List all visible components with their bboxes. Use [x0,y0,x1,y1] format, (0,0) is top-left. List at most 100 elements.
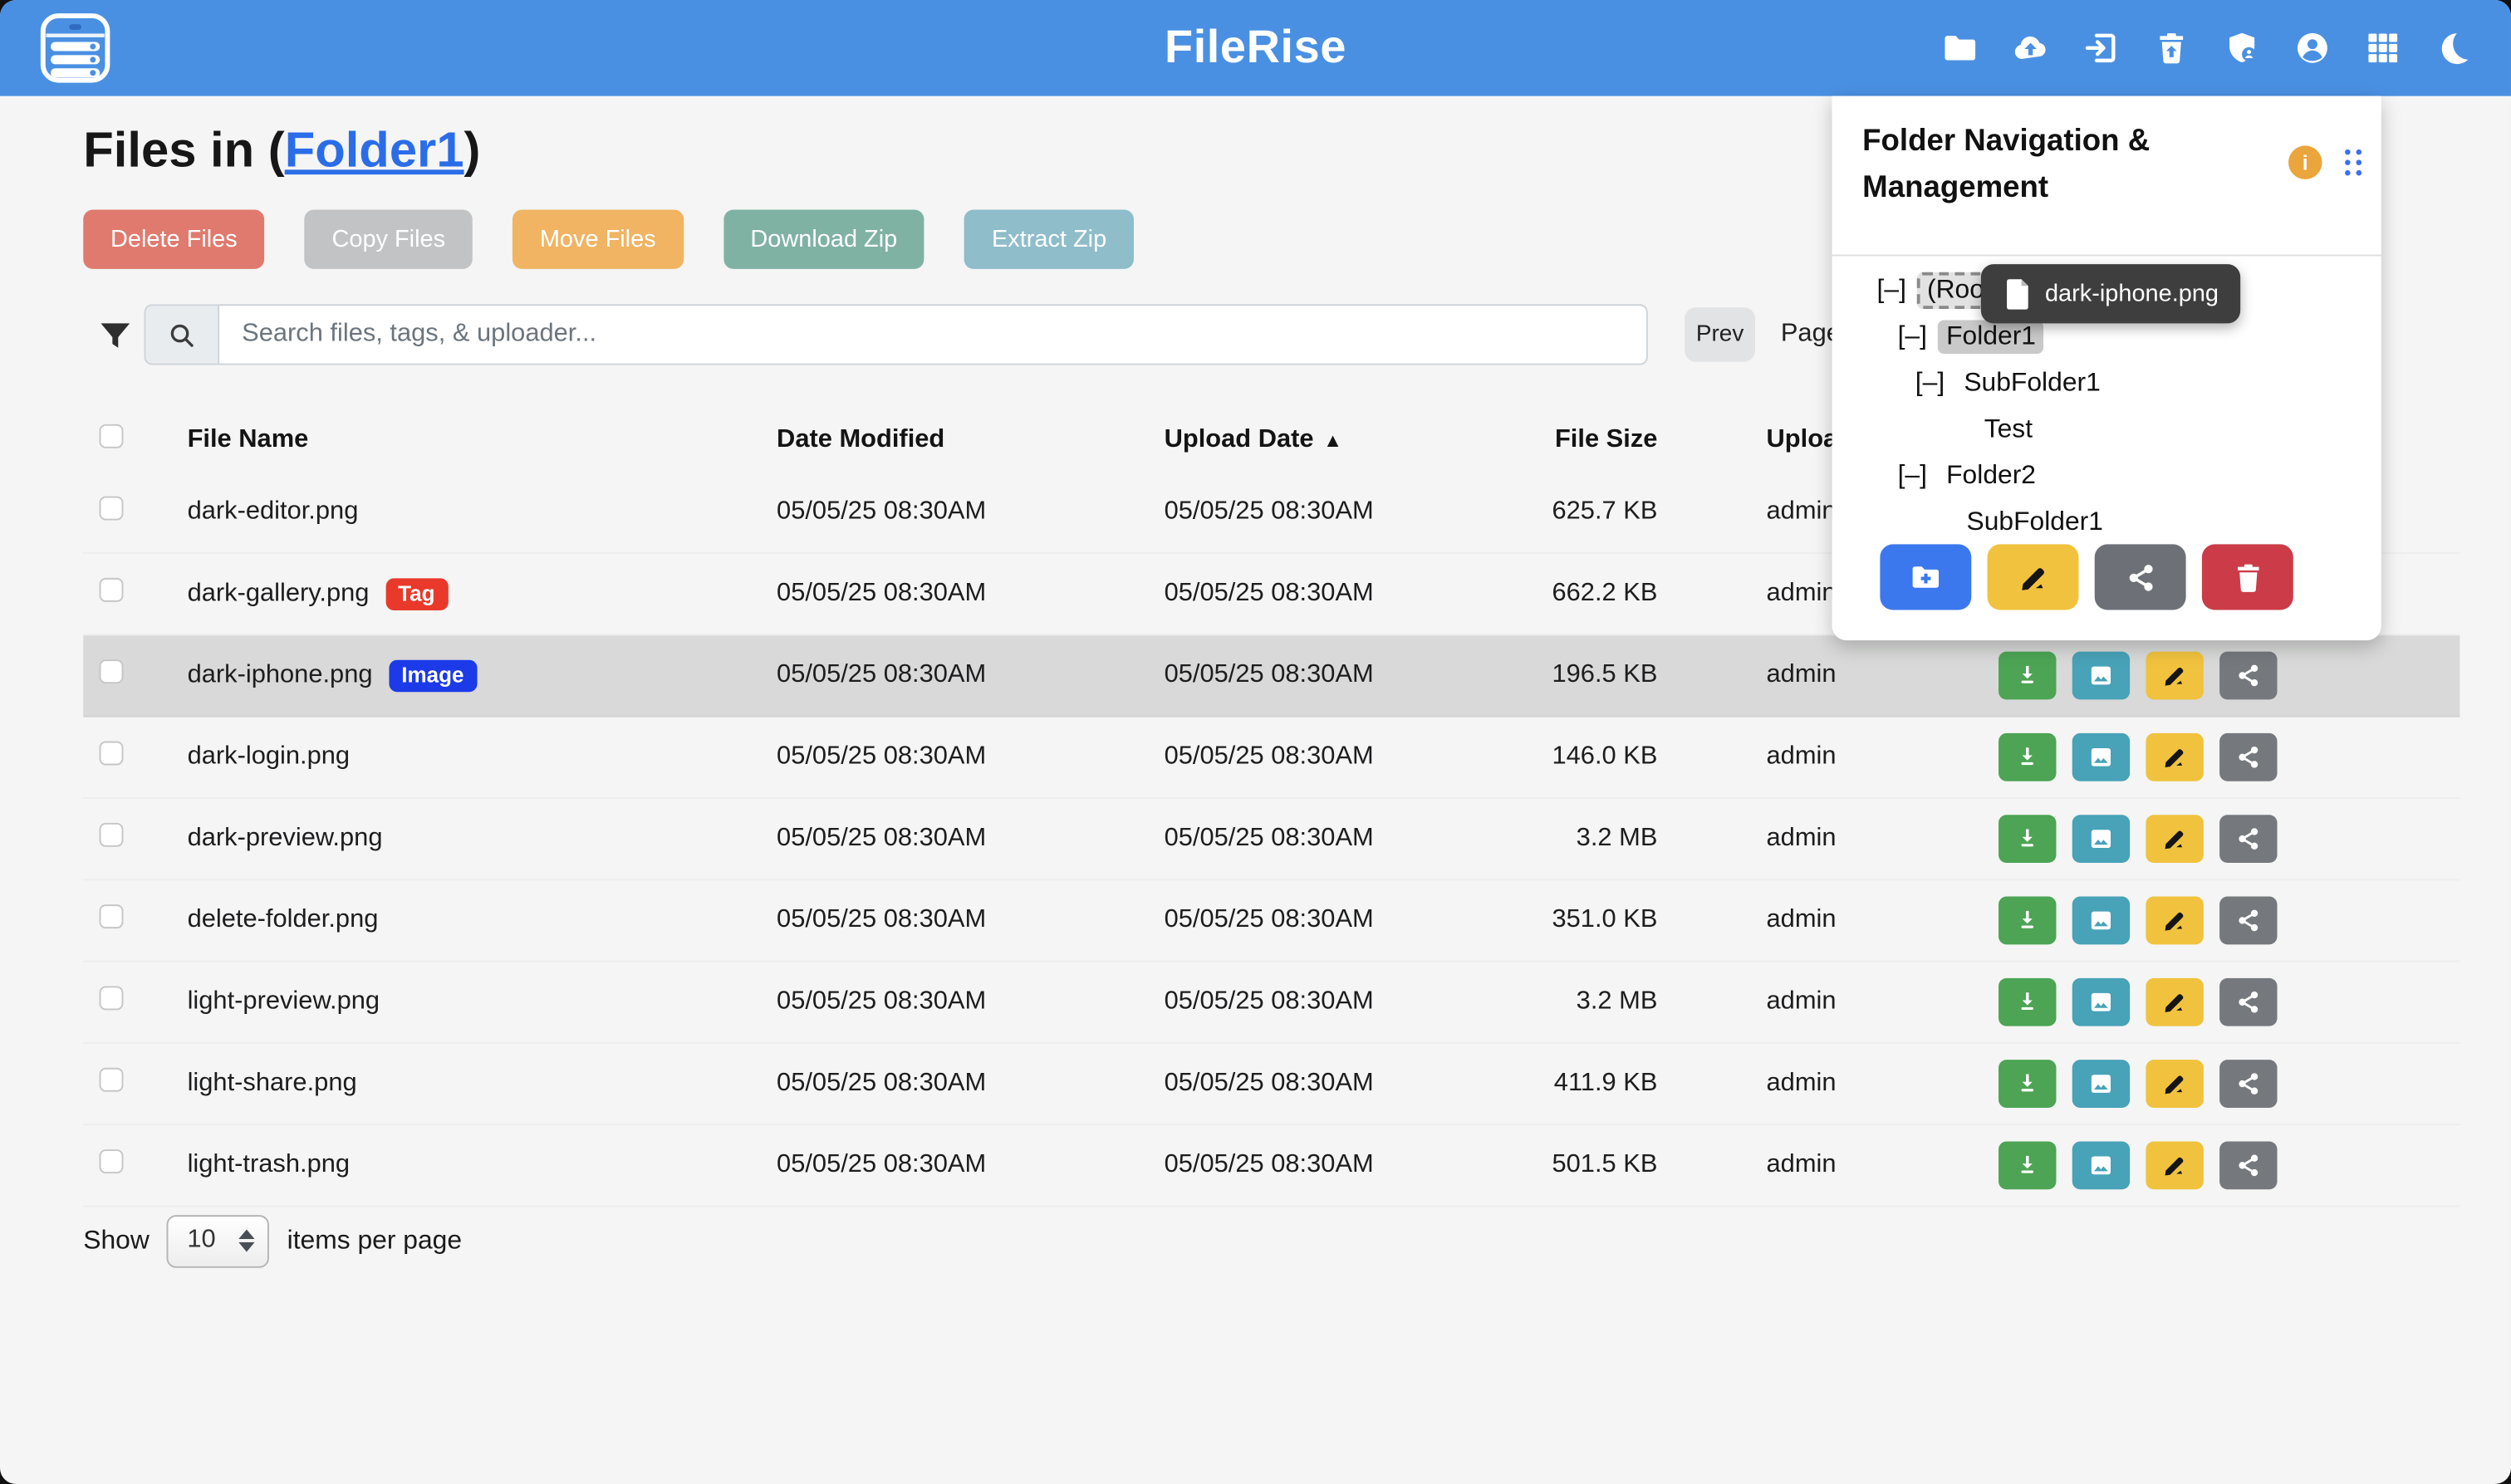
row-checkbox[interactable] [100,823,124,847]
current-folder-link[interactable]: Folder1 [285,122,464,178]
rename-button[interactable] [2146,1141,2203,1189]
rename-button[interactable] [2146,978,2203,1026]
apps-grid-icon[interactable] [2364,29,2402,67]
table-row[interactable]: light-preview.png 05/05/25 08:30AM 05/05… [83,962,2460,1044]
share-button[interactable] [2219,1141,2277,1189]
preview-image-button[interactable] [2072,815,2130,863]
download-button[interactable] [1999,1141,2056,1189]
share-button[interactable] [2219,652,2277,700]
dark-mode-icon[interactable] [2434,29,2472,67]
row-checkbox[interactable] [100,578,124,602]
download-button[interactable] [1999,652,2056,700]
items-per-page-select[interactable]: 10 [167,1214,269,1267]
share-button[interactable] [2219,815,2277,863]
admin-shield-icon[interactable] [2223,29,2261,67]
image-icon [2087,987,2116,1016]
rename-button[interactable] [2146,652,2203,700]
header-upload-date[interactable]: Upload Date▲ [1165,426,1342,455]
preview-image-button[interactable] [2072,733,2130,781]
table-row[interactable]: delete-folder.png 05/05/25 08:30AM 05/05… [83,880,2460,962]
restore-trash-icon[interactable] [2152,29,2190,67]
select-all-checkbox[interactable] [100,424,124,448]
tree-label[interactable]: Folder1 [1938,321,2043,354]
download-button[interactable] [1999,733,2056,781]
row-checkbox[interactable] [100,659,124,683]
copy-files-button[interactable]: Copy Files [305,210,473,269]
file-name: light-preview.png [188,987,380,1016]
table-row[interactable]: light-trash.png 05/05/25 08:30AM 05/05/2… [83,1125,2460,1207]
login-icon[interactable] [2082,29,2120,67]
row-checkbox[interactable] [100,497,124,521]
header-file-name[interactable]: File Name [188,426,309,455]
spinner-arrows-icon[interactable] [234,1229,260,1251]
rename-button[interactable] [2146,815,2203,863]
delete-folder-button[interactable] [2202,544,2293,610]
tree-toggle[interactable]: [–] [1898,461,1927,492]
share-button[interactable] [2219,978,2277,1026]
drag-handle-icon[interactable] [2343,147,2364,178]
row-checkbox[interactable] [100,1149,124,1173]
header-file-size[interactable]: File Size [1555,426,1657,455]
download-button[interactable] [1999,897,2056,945]
download-button[interactable] [1999,978,2056,1026]
search-icon [167,320,198,350]
tree-toggle[interactable]: [–] [1877,276,1906,306]
delete-files-button[interactable]: Delete Files [83,210,264,269]
tree-toggle[interactable]: [–] [1898,321,1927,352]
download-zip-button[interactable]: Download Zip [723,210,924,269]
download-button[interactable] [1999,1060,2056,1108]
tree-item-folder2[interactable]: [–] Folder2 [1898,453,2381,500]
tree-label[interactable]: Folder2 [1938,459,2043,492]
rename-button[interactable] [2146,1060,2203,1108]
table-row[interactable]: light-share.png 05/05/25 08:30AM 05/05/2… [83,1044,2460,1125]
extract-zip-button[interactable]: Extract Zip [964,210,1134,269]
create-folder-button[interactable] [1880,544,1971,610]
share-button[interactable] [2219,733,2277,781]
image-icon [2087,906,2116,935]
tree-item-test[interactable]: Test [1965,407,2381,453]
header-date-modified[interactable]: Date Modified [777,426,944,455]
folder-icon[interactable] [1941,29,1979,67]
folder-panel-header: Folder Navigation & Management i [1832,96,2381,233]
table-row[interactable]: dark-preview.png 05/05/25 08:30AM 05/05/… [83,799,2460,880]
tree-label[interactable]: SubFolder1 [1959,506,2111,539]
rename-folder-button[interactable] [1988,544,2079,610]
row-checkbox[interactable] [100,1068,124,1092]
preview-image-button[interactable] [2072,652,2130,700]
rename-button[interactable] [2146,733,2203,781]
tree-item-subfolder1[interactable]: [–] SubFolder1 [1915,360,2381,407]
date-modified: 05/05/25 08:30AM [777,825,986,854]
share-icon [2122,560,2157,595]
preview-image-button[interactable] [2072,897,2130,945]
move-files-button[interactable]: Move Files [512,210,683,269]
row-checkbox[interactable] [100,904,124,928]
pencil-icon [2160,1151,2190,1180]
preview-image-button[interactable] [2072,1141,2130,1189]
share-button[interactable] [2219,897,2277,945]
table-row[interactable]: dark-iphone.png Image 05/05/25 08:30AM 0… [83,635,2460,717]
tree-label[interactable]: Test [1976,413,2041,446]
items-per-page-label: items per page [287,1226,462,1256]
share-icon [2234,825,2263,854]
share-folder-button[interactable] [2095,544,2186,610]
share-button[interactable] [2219,1060,2277,1108]
folder-panel-title: Folder Navigation & Management [1862,119,2230,213]
cloud-upload-icon[interactable] [2011,29,2049,67]
preview-image-button[interactable] [2072,978,2130,1026]
tree-toggle[interactable]: [–] [1915,368,1945,399]
account-icon[interactable] [2293,29,2332,67]
pencil-icon [2160,1070,2190,1099]
page-title-prefix: Files in ( [83,122,284,178]
tree-item-subfolder1b[interactable]: SubFolder1 [1947,499,2381,546]
search-input[interactable] [218,304,1648,365]
row-checkbox[interactable] [100,986,124,1010]
preview-image-button[interactable] [2072,1060,2130,1108]
rename-button[interactable] [2146,897,2203,945]
info-icon[interactable]: i [2288,145,2322,179]
filter-icon[interactable] [96,317,135,355]
table-row[interactable]: dark-login.png 05/05/25 08:30AM 05/05/25… [83,718,2460,799]
prev-page-button[interactable]: Prev [1685,307,1755,362]
tree-label[interactable]: SubFolder1 [1956,366,2109,399]
row-checkbox[interactable] [100,742,124,766]
download-button[interactable] [1999,815,2056,863]
